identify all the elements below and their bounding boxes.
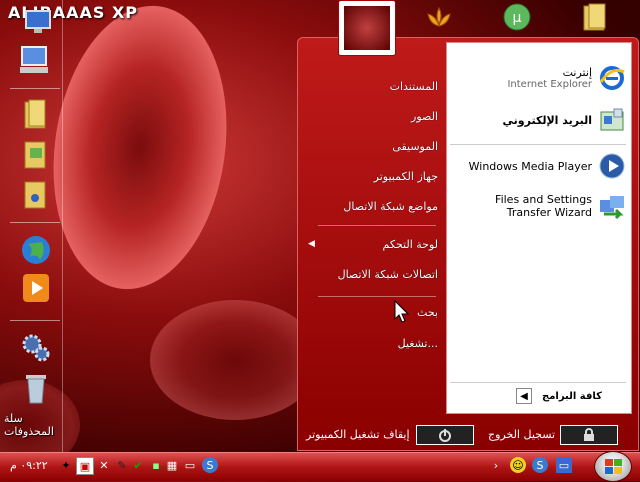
quicklaunch-skype-icon[interactable]: S (532, 457, 548, 473)
recycle-bin-icon[interactable] (20, 372, 52, 404)
tray-wand-icon[interactable]: ✦ (58, 457, 74, 473)
lock-icon (584, 428, 594, 441)
place-pictures[interactable]: الصور (411, 110, 438, 123)
programs-divider (450, 382, 626, 383)
settings-gears-icon[interactable] (20, 332, 52, 364)
logoff-label[interactable]: تسجيل الخروج (488, 428, 555, 441)
recent-item-media-player[interactable]: Windows Media Player (469, 152, 626, 180)
shutdown-label[interactable]: إيقاف تشغيل الكمبيوتر (306, 428, 410, 441)
tray-x-icon[interactable]: ✕ (96, 457, 112, 473)
submenu-arrow-icon: ◀ (308, 239, 315, 249)
tray-network-icon[interactable]: ▪ (148, 457, 164, 473)
places-divider (318, 225, 436, 226)
place-my-computer[interactable]: جهاز الكمبيوتر (374, 170, 438, 183)
folder-icon[interactable] (20, 98, 52, 130)
start-button[interactable] (594, 451, 632, 482)
programs-divider (450, 144, 626, 145)
media-player-icon (598, 152, 626, 180)
taskbar-clock: ٠٩:٢٢ م (10, 459, 48, 472)
desktop-dock: سلة المحذوفات (0, 0, 63, 452)
dock-divider (10, 320, 60, 321)
action-run[interactable]: تشغيل... (398, 337, 438, 350)
mail-icon (598, 106, 626, 134)
lotus-icon[interactable] (424, 2, 454, 32)
svg-text:µ: µ (513, 10, 522, 26)
action-search[interactable]: بحث (417, 306, 438, 319)
media-player-icon[interactable] (20, 272, 52, 304)
recent-item-transfer-wizard[interactable]: Files and Settings Transfer Wizard (462, 192, 626, 220)
place-network[interactable]: مواضع شبكة الاتصال (343, 200, 438, 213)
monitor-icon[interactable] (22, 6, 54, 38)
tray-grid-icon[interactable]: ▦ (164, 457, 180, 473)
system-network-connections[interactable]: اتصالات شبكة الاتصال (338, 268, 438, 281)
dock-divider (10, 88, 60, 89)
mouse-cursor-icon (394, 299, 410, 328)
place-music[interactable]: الموسيقى (392, 140, 438, 153)
taskbar-expand-icon[interactable]: › (488, 457, 504, 473)
dock-divider (10, 222, 60, 223)
blood-cell-graphic (35, 0, 245, 301)
folder-icon[interactable] (580, 2, 610, 32)
music-folder-icon[interactable] (20, 178, 52, 210)
tray-pen-icon[interactable]: ✎ (114, 457, 130, 473)
tray-window-icon[interactable]: ▣ (76, 457, 94, 475)
logoff-button[interactable] (560, 425, 618, 445)
pinned-item-title: البريد الإلكتروني (502, 113, 592, 127)
globe-icon[interactable] (20, 234, 52, 266)
recycle-bin-label: سلة المحذوفات (4, 412, 54, 438)
recent-item-label: Windows Media Player (468, 159, 592, 173)
utorrent-icon[interactable]: µ (502, 2, 532, 32)
tray-skype-icon[interactable]: S (202, 457, 218, 473)
transfer-wizard-icon (598, 192, 626, 220)
pinned-item-email[interactable]: البريد الإلكتروني (503, 106, 626, 134)
all-programs-button[interactable]: ◀ كافة البرامج (516, 388, 602, 404)
windows-logo-icon (604, 459, 622, 474)
tray-check-icon[interactable]: ✔ (130, 457, 146, 473)
recent-item-label: Files and Settings Transfer Wizard (495, 193, 592, 219)
user-avatar[interactable] (338, 0, 396, 56)
pinned-item-internet[interactable]: إنترنت Internet Explorer (507, 64, 626, 92)
power-icon (439, 429, 451, 442)
blood-cell-graphic (150, 300, 320, 420)
quicklaunch-messenger-icon[interactable]: ☺ (510, 457, 526, 473)
ie-icon (598, 64, 626, 92)
pinned-item-subtitle: Internet Explorer (507, 79, 592, 90)
shutdown-button[interactable] (416, 425, 474, 445)
place-documents[interactable]: المستندات (390, 80, 438, 93)
all-programs-label: كافة البرامج (542, 390, 602, 402)
arrow-left-icon: ◀ (516, 388, 532, 404)
start-menu-programs-pane (446, 42, 632, 414)
my-computer-icon[interactable] (18, 44, 50, 76)
quicklaunch-desktop-icon[interactable]: ▭ (556, 457, 572, 473)
places-divider (318, 296, 436, 297)
pictures-folder-icon[interactable] (20, 138, 52, 170)
pinned-item-title: إنترنت (562, 66, 592, 79)
tray-display-icon[interactable]: ▭ (182, 457, 198, 473)
system-control-panel[interactable]: لوحة التحكم (383, 238, 438, 251)
